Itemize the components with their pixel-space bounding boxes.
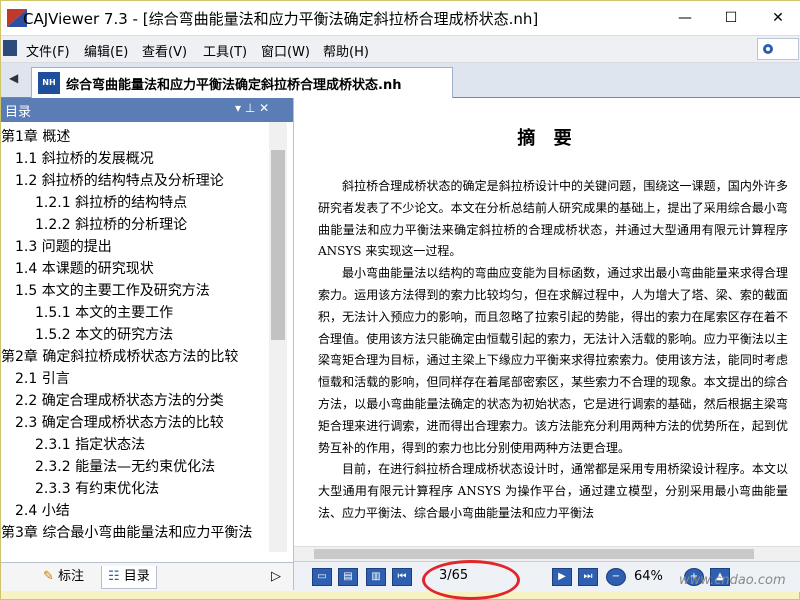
maximize-button[interactable]: ☐	[708, 1, 754, 35]
tab-toc-label: 目录	[123, 569, 150, 584]
toc-panel-header: 目录 ▾ ⊥ ✕	[1, 98, 293, 122]
toc-panel-title: 目录	[5, 105, 32, 120]
facing-pages-view-icon[interactable]: ▥	[366, 568, 386, 586]
first-page-icon[interactable]: ⏮	[392, 568, 412, 586]
abstract-paragraph: 目前，在进行斜拉桥合理成桥状态设计时，通常都是采用专用桥梁设计程序。本文以大型通…	[318, 462, 788, 520]
abstract-heading: 摘 要	[517, 128, 578, 149]
abstract-body: 斜拉桥合理成桥状态的确定是斜拉桥设计中的关键问题，围绕这一课题，国内外许多研究者…	[318, 176, 788, 546]
toc-item[interactable]: 1.4 本课题的研究现状	[15, 258, 154, 280]
page-indicator-highlight	[422, 560, 520, 600]
tab-document-label: 综合弯曲能量法和应力平衡法确定斜拉桥合理成桥状态.nh	[66, 78, 402, 93]
pencil-icon: ✎	[43, 569, 54, 584]
menu-view[interactable]: 查看(V)	[142, 41, 187, 60]
search-toolbar-icon[interactable]	[757, 38, 799, 60]
toc-item[interactable]: 2.3.1 指定状态法	[35, 434, 145, 456]
toc-item[interactable]: 第1章 概述	[1, 126, 70, 148]
abstract-paragraph: 斜拉桥合理成桥状态的确定是斜拉桥设计中的关键问题，围绕这一课题，国内外许多研究者…	[318, 179, 788, 259]
toc-panel: 目录 ▾ ⊥ ✕ 第1章 概述 1.1 斜拉桥的发展概况 1.2 斜拉桥的结构特点及…	[1, 98, 294, 591]
abstract-paragraph: 最小弯曲能量法以结构的弯曲应变能为目标函数，通过求出最小弯曲能量来求得合理索力。…	[318, 266, 788, 455]
minimize-button[interactable]: —	[662, 1, 708, 35]
toc-item[interactable]: 2.2 确定合理成桥状态方法的分类	[15, 390, 224, 412]
toc-item[interactable]: 1.5 本文的主要工作及研究方法	[15, 280, 210, 302]
toc-item[interactable]: 1.3 问题的提出	[15, 236, 112, 258]
zoom-level[interactable]: 64%	[634, 569, 663, 584]
toc-item[interactable]: 1.2 斜拉桥的结构特点及分析理论	[15, 170, 224, 192]
zoom-out-icon[interactable]: −	[606, 568, 626, 586]
toc-list-icon: ☷	[108, 569, 120, 584]
toc-item[interactable]: 1.5.2 本文的研究方法	[35, 324, 173, 346]
document-view[interactable]: 摘 要 斜拉桥合理成桥状态的确定是斜拉桥设计中的关键问题，围绕这一课题，国内外许…	[294, 98, 800, 591]
toc-item[interactable]: 1.1 斜拉桥的发展概况	[15, 148, 154, 170]
tab-annotations-label: 标注	[58, 569, 85, 584]
nh-file-icon: NH	[38, 72, 60, 94]
menu-window[interactable]: 窗口(W)	[261, 41, 310, 60]
window-title: CAJViewer 7.3 - [综合弯曲能量法和应力平衡法确定斜拉桥合理成桥状…	[23, 10, 539, 28]
continuous-view-icon[interactable]: ▤	[338, 568, 358, 586]
document-tab-bar: ◀ NH 综合弯曲能量法和应力平衡法确定斜拉桥合理成桥状态.nh	[1, 63, 800, 99]
tab-toc[interactable]: ☷ 目录	[101, 566, 157, 589]
toc-tree: 第1章 概述 1.1 斜拉桥的发展概况 1.2 斜拉桥的结构特点及分析理论 1.2.1…	[1, 126, 269, 552]
panel-controls-icon[interactable]: ▾ ⊥ ✕	[235, 101, 269, 115]
toc-item[interactable]: 2.3.3 有约束优化法	[35, 478, 159, 500]
toc-item[interactable]: 第2章 确定斜拉桥成桥状态方法的比较	[1, 346, 238, 368]
panel-scroll-right-icon[interactable]: ▷	[265, 566, 287, 588]
tab-annotations[interactable]: ✎ 标注	[37, 566, 90, 588]
document-hscrollbar-thumb[interactable]	[314, 549, 754, 559]
page-indicator[interactable]: 3/65	[439, 568, 468, 583]
menu-edit[interactable]: 编辑(E)	[84, 41, 128, 60]
toc-item[interactable]: 2.1 引言	[15, 368, 70, 390]
watermark: www.cndao.com	[679, 573, 786, 588]
title-bar: CAJViewer 7.3 - [综合弯曲能量法和应力平衡法确定斜拉桥合理成桥状…	[1, 1, 800, 36]
panel-tab-strip: ✎ 标注 ☷ 目录 ▷	[1, 562, 293, 591]
next-page-icon[interactable]: ▶	[552, 568, 572, 586]
single-page-view-icon[interactable]: ▭	[312, 568, 332, 586]
document-hscrollbar[interactable]	[294, 546, 800, 561]
last-page-icon[interactable]: ⏭	[578, 568, 598, 586]
window-frame: CAJViewer 7.3 - [综合弯曲能量法和应力平衡法确定斜拉桥合理成桥状…	[0, 0, 800, 600]
document-menu-icon[interactable]	[3, 40, 17, 56]
toc-item[interactable]: 1.2.1 斜拉桥的结构特点	[35, 192, 187, 214]
close-button[interactable]: ✕	[755, 1, 800, 35]
toc-item[interactable]: 1.2.2 斜拉桥的分析理论	[35, 214, 187, 236]
toc-scrollbar-thumb[interactable]	[271, 150, 285, 340]
menu-file[interactable]: 文件(F)	[26, 41, 70, 60]
toc-scrollbar[interactable]	[269, 122, 287, 552]
menu-tools[interactable]: 工具(T)	[203, 41, 247, 60]
menu-help[interactable]: 帮助(H)	[323, 41, 369, 60]
tab-document[interactable]: NH 综合弯曲能量法和应力平衡法确定斜拉桥合理成桥状态.nh	[31, 67, 453, 98]
menu-bar: 文件(F) 编辑(E) 查看(V) 工具(T) 窗口(W) 帮助(H)	[1, 36, 800, 63]
toc-item[interactable]: 2.4 小结	[15, 500, 70, 522]
toc-item[interactable]: 2.3 确定合理成桥状态方法的比较	[15, 412, 224, 434]
toc-item[interactable]: 第3章 综合最小弯曲能量法和应力平衡法	[1, 522, 252, 544]
toc-item[interactable]: 2.3.2 能量法—无约束优化法	[35, 456, 215, 478]
toc-item[interactable]: 1.5.1 本文的主要工作	[35, 302, 173, 324]
tab-list-arrow-icon[interactable]: ◀	[9, 71, 18, 85]
